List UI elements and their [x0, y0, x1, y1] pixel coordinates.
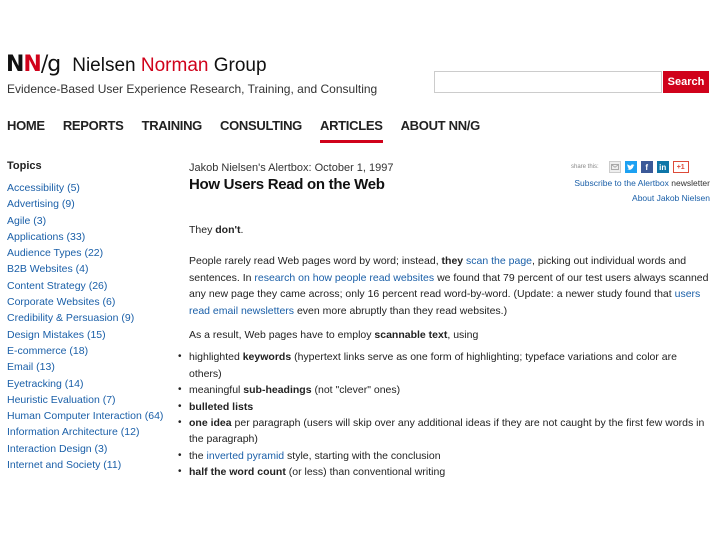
topic-link[interactable]: E-commerce (18) [7, 343, 163, 359]
nav-training[interactable]: TRAINING [142, 118, 203, 133]
article-title: How Users Read on the Web [189, 176, 385, 193]
share-bar: share this: f in +1 [571, 161, 689, 173]
list-item: highlighted keywords (hypertext links se… [178, 349, 711, 382]
list-item: meaningful sub-headings (not "clever" on… [178, 382, 711, 399]
subscribe-line: Subscribe to the Alertbox newsletter [574, 178, 710, 188]
scan-page-link[interactable]: scan the page [466, 255, 532, 267]
topic-link[interactable]: Human Computer Interaction (64) [7, 408, 163, 424]
article-byline: Jakob Nielsen's Alertbox: October 1, 199… [189, 162, 394, 174]
topic-link[interactable]: Interaction Design (3) [7, 441, 163, 457]
inverted-pyramid-link[interactable]: inverted pyramid [207, 450, 285, 462]
research-link[interactable]: research on how people read websites [254, 272, 434, 284]
search-button[interactable]: Search [663, 71, 709, 93]
topic-link[interactable]: Advertising (9) [7, 196, 163, 212]
topic-link[interactable]: Information Architecture (12) [7, 424, 163, 440]
nav-articles[interactable]: ARTICLES [319, 118, 383, 143]
scannable-list: highlighted keywords (hypertext links se… [178, 349, 711, 481]
paragraph-2: People rarely read Web pages word by wor… [189, 255, 709, 317]
subscribe-link[interactable]: Subscribe to the Alertbox [574, 178, 669, 188]
search-input[interactable] [434, 71, 662, 93]
about-author-link[interactable]: About Jakob Nielsen [632, 193, 710, 203]
topic-link[interactable]: Heuristic Evaluation (7) [7, 392, 163, 408]
topic-link[interactable]: B2B Websites (4) [7, 261, 163, 277]
share-label: share this: [571, 164, 599, 170]
main-nav: HOME REPORTS TRAINING CONSULTING ARTICLE… [7, 118, 498, 143]
list-item: half the word count (or less) than conve… [178, 464, 711, 481]
site-tagline: Evidence-Based User Experience Research,… [7, 82, 378, 96]
list-item: bulleted lists [178, 399, 711, 416]
topic-link[interactable]: Corporate Websites (6) [7, 294, 163, 310]
nav-reports[interactable]: REPORTS [63, 118, 124, 133]
topic-link[interactable]: Design Mistakes (15) [7, 327, 163, 343]
article-body: They don't. People rarely read Web pages… [178, 222, 711, 481]
topic-link[interactable]: Agile (3) [7, 213, 163, 229]
nav-home[interactable]: HOME [7, 118, 45, 133]
paragraph-1: They don't. [189, 224, 244, 236]
topic-link[interactable]: Eyetracking (14) [7, 376, 163, 392]
topics-list: Accessibility (5) Advertising (9) Agile … [7, 180, 163, 473]
facebook-icon[interactable]: f [640, 161, 653, 173]
logo-mark: NN/g [6, 52, 61, 77]
site-logo[interactable]: NN/g Nielsen Norman Group [6, 52, 267, 78]
topics-heading: Topics [7, 160, 42, 172]
topic-link[interactable]: Applications (33) [7, 229, 163, 245]
topic-link[interactable]: Credibility & Persuasion (9) [7, 310, 163, 326]
topic-link[interactable]: Internet and Society (11) [7, 457, 163, 473]
email-icon[interactable] [608, 161, 621, 173]
topic-link[interactable]: Audience Types (22) [7, 245, 163, 261]
topic-link[interactable]: Accessibility (5) [7, 180, 163, 196]
nav-consulting[interactable]: CONSULTING [220, 118, 302, 133]
nav-about[interactable]: ABOUT NN/G [401, 118, 481, 133]
topic-link[interactable]: Content Strategy (26) [7, 278, 163, 294]
paragraph-3: As a result, Web pages have to employ sc… [189, 329, 479, 342]
linkedin-icon[interactable]: in [656, 161, 669, 173]
logo-wordmark: Nielsen Norman Group [72, 55, 267, 76]
topic-link[interactable]: Email (13) [7, 359, 163, 375]
twitter-icon[interactable] [624, 161, 637, 173]
list-item: the inverted pyramid style, starting wit… [178, 448, 711, 465]
google-plus-icon[interactable]: +1 [672, 161, 689, 173]
list-item: one idea per paragraph (users will skip … [178, 415, 711, 448]
